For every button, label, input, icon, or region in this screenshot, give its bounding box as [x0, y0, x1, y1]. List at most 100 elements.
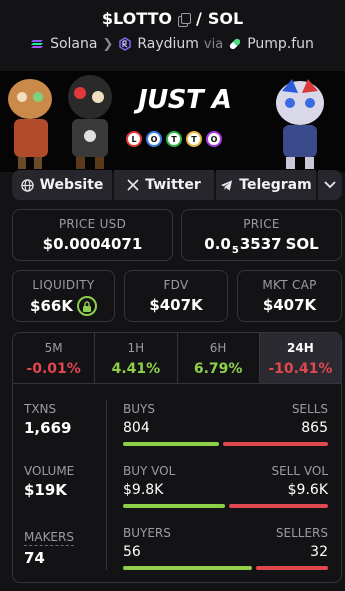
- tab-5m[interactable]: 5M -0.01%: [13, 333, 96, 383]
- txns-label: TXNS: [24, 402, 57, 416]
- fdv-card: FDV $407K: [124, 270, 228, 322]
- liquidity-label: LIQUIDITY: [32, 278, 95, 292]
- tab-1h-change: 4.41%: [111, 361, 161, 377]
- lock-icon[interactable]: [76, 296, 97, 316]
- makers-label[interactable]: MAKERS: [24, 530, 74, 546]
- banner-headline: JUST A: [138, 85, 232, 115]
- liquidity-value-row: $66K: [13, 296, 114, 316]
- buyers-sellers-stat: BUYERS SELLERS 56 32: [123, 526, 328, 570]
- buys-sells-stat: BUYS SELLS 804 865: [123, 402, 328, 446]
- makers-stat: MAKERS 74: [24, 526, 74, 567]
- pill-icon: [230, 38, 241, 50]
- market-cap-label: MKT CAP: [262, 278, 317, 292]
- chevron-right-icon: ❯: [102, 36, 114, 52]
- buyers-value: 56: [123, 544, 141, 560]
- lottery-ball: T: [166, 131, 182, 147]
- buys-bar-fill: [123, 442, 220, 446]
- buy-sell-volume-stat: BUY VOL SELL VOL $9.8K $9.6K: [123, 464, 328, 508]
- solana-icon: [31, 40, 44, 48]
- pair-title: $LOTTO / SOL: [0, 9, 345, 28]
- tab-6h-label: 6H: [209, 341, 227, 355]
- pair-header: $LOTTO / SOL Solana ❯ Raydium via Pump.f…: [0, 0, 345, 62]
- sell-vol-label: SELL VOL: [271, 464, 328, 478]
- buyers-bar-fill: [123, 566, 253, 570]
- sells-value: 865: [301, 420, 328, 436]
- lottery-ball: O: [146, 131, 162, 147]
- chain-name[interactable]: Solana: [50, 36, 97, 52]
- trade-stats-panel: TXNS 1,669 VOLUME $19K MAKERS 74 BUYS SEL…: [12, 384, 342, 583]
- twitter-label: Twitter: [145, 177, 201, 193]
- price-sol-label: PRICE: [243, 217, 280, 231]
- tab-1h-label: 1H: [127, 341, 145, 355]
- tab-5m-change: -0.01%: [26, 361, 81, 377]
- buys-label: BUYS: [123, 402, 155, 416]
- via-label: via: [203, 36, 224, 52]
- lottery-balls: L O T T O: [126, 131, 222, 147]
- launchpad-name[interactable]: Pump.fun: [247, 36, 314, 52]
- buy-vol-label: BUY VOL: [123, 464, 176, 478]
- makers-value: 74: [24, 549, 45, 567]
- tab-1h[interactable]: 1H 4.41%: [95, 333, 178, 383]
- pair-separator: /: [195, 9, 202, 28]
- pair-route: Solana ❯ Raydium via Pump.fun: [0, 36, 345, 52]
- chevron-down-icon: [324, 181, 336, 189]
- price-sol-prefix: 0.0: [204, 235, 231, 253]
- tab-24h-change: -10.41%: [268, 361, 333, 377]
- raydium-icon: [119, 37, 132, 51]
- timeframe-tabs: 5M -0.01% 1H 4.41% 6H 6.79% 24H -10.41%: [12, 332, 342, 384]
- liquidity-card: LIQUIDITY $66K: [12, 270, 115, 322]
- price-usd-label: PRICE USD: [58, 217, 127, 231]
- liquidity-value: $66K: [30, 297, 73, 315]
- tab-5m-label: 5M: [44, 341, 63, 355]
- txns-stat: TXNS 1,669: [24, 402, 71, 437]
- website-button[interactable]: Website: [12, 170, 112, 200]
- txns-value: 1,669: [24, 419, 72, 437]
- buys-value: 804: [123, 420, 150, 436]
- lottery-ball: T: [186, 131, 202, 147]
- price-sol-value: 0.053537 SOL: [182, 235, 341, 256]
- price-usd-card: PRICE USD $0.0004071: [12, 209, 173, 261]
- globe-icon: [20, 178, 34, 192]
- tab-24h-label: 24H: [287, 341, 314, 355]
- price-sol-digits: 3537: [239, 235, 282, 253]
- copy-icon[interactable]: [177, 12, 191, 27]
- price-sol-unit: SOL: [285, 235, 319, 253]
- sellers-value: 32: [310, 544, 328, 560]
- twitter-button[interactable]: Twitter: [114, 170, 214, 200]
- lottery-ball: L: [126, 131, 142, 147]
- tab-6h[interactable]: 6H 6.79%: [178, 333, 260, 383]
- social-links: Website Twitter Telegram: [12, 170, 342, 200]
- quote-symbol: SOL: [207, 9, 244, 28]
- volume-value: $19K: [24, 481, 67, 499]
- market-cap-value: $407K: [262, 296, 317, 314]
- buys-sells-bar: [123, 442, 328, 446]
- sell-vol-value: $9.6K: [287, 482, 328, 498]
- market-cap-card: MKT CAP $407K: [237, 270, 342, 322]
- price-usd-value: $0.0004071: [42, 235, 143, 253]
- website-label: Website: [39, 177, 104, 193]
- sells-bar-fill: [223, 442, 328, 446]
- lottery-ball: O: [206, 131, 222, 147]
- sellers-bar-fill: [256, 566, 328, 570]
- tab-24h[interactable]: 24H -10.41%: [259, 333, 341, 383]
- fdv-value: $407K: [149, 296, 203, 314]
- telegram-label: Telegram: [239, 177, 312, 193]
- buyers-label: BUYERS: [123, 526, 171, 540]
- price-sol-card: PRICE 0.053537 SOL: [181, 209, 342, 261]
- volume-stat: VOLUME $19K: [24, 464, 74, 499]
- buy-sell-volume-bar: [123, 504, 328, 508]
- volume-label: VOLUME: [24, 464, 75, 478]
- buy-vol-bar-fill: [123, 504, 225, 508]
- price-sol-zero-count: 5: [231, 245, 239, 256]
- token-symbol: $LOTTO: [101, 9, 172, 28]
- sellers-label: SELLERS: [275, 526, 328, 540]
- sells-label: SELLS: [291, 402, 328, 416]
- x-logo-icon: [127, 179, 139, 191]
- stats-divider: [106, 400, 107, 570]
- telegram-button[interactable]: Telegram: [216, 170, 316, 200]
- sell-vol-bar-fill: [228, 504, 328, 508]
- more-links-button[interactable]: [318, 170, 342, 200]
- dex-name[interactable]: Raydium: [137, 36, 199, 52]
- buy-vol-value: $9.8K: [123, 482, 164, 498]
- buyers-sellers-bar: [123, 566, 328, 570]
